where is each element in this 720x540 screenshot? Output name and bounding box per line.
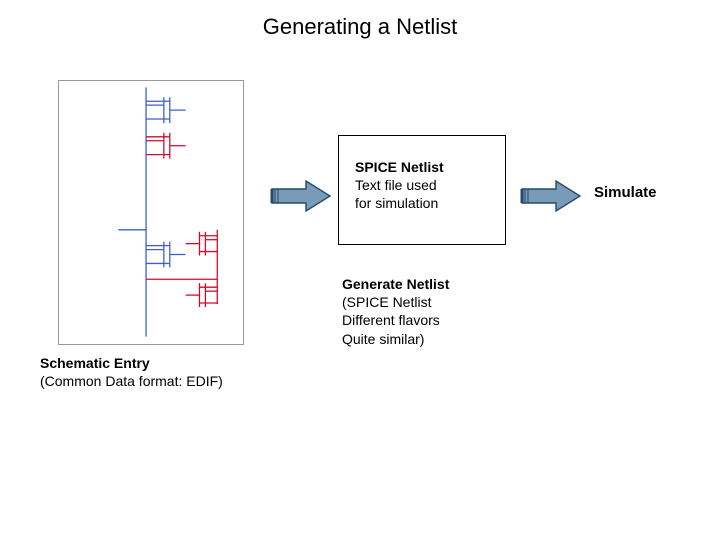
schematic-caption: Schematic Entry (Common Data format: EDI… [40, 355, 223, 390]
netlist-line2: for simulation [355, 194, 493, 212]
schematic-diagram-box [58, 80, 244, 345]
arrow-to-netlist-icon [270, 178, 334, 214]
arrow-to-simulate-icon [520, 178, 584, 214]
generate-line2: Different flavors [342, 311, 449, 329]
simulate-label: Simulate [594, 184, 657, 201]
schematic-caption-title: Schematic Entry [40, 355, 150, 371]
generate-line1: (SPICE Netlist [342, 293, 449, 311]
generate-heading: Generate Netlist [342, 275, 449, 293]
generate-netlist-caption: Generate Netlist (SPICE Netlist Differen… [342, 275, 449, 348]
circuit-schematic-icon [59, 81, 243, 344]
generate-line3: Quite similar) [342, 330, 449, 348]
netlist-line1: Text file used [355, 176, 493, 194]
slide-title: Generating a Netlist [0, 14, 720, 40]
netlist-heading: SPICE Netlist [355, 158, 493, 176]
schematic-caption-sub: (Common Data format: EDIF) [40, 373, 223, 389]
spice-netlist-box: SPICE Netlist Text file used for simulat… [338, 135, 506, 245]
